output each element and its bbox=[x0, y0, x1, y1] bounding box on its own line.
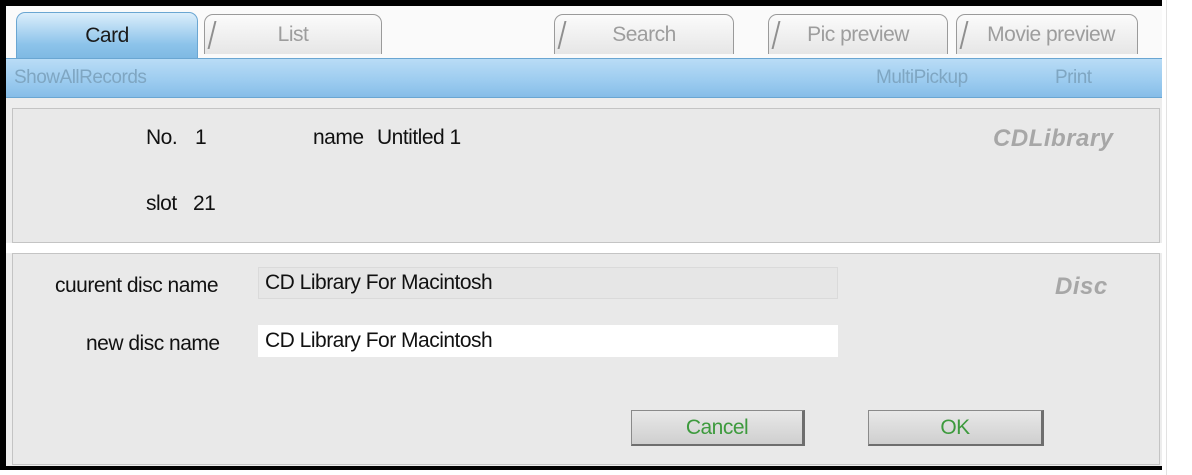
no-value: 1 bbox=[195, 126, 207, 149]
show-all-records-button[interactable]: ShowAllRecords bbox=[14, 67, 147, 89]
ok-button[interactable]: OK bbox=[868, 410, 1044, 446]
current-disc-name-field: CD Library For Macintosh bbox=[258, 267, 838, 299]
cdlibrary-section-title: CDLibrary bbox=[993, 125, 1114, 152]
name-label: name bbox=[313, 126, 364, 149]
tab-bar: Card List Search Pic preview Movie previ… bbox=[6, 6, 1162, 58]
tab-search-label: Search bbox=[612, 22, 676, 46]
tab-search[interactable]: Search bbox=[554, 14, 734, 54]
window-edge bbox=[1162, 0, 1192, 475]
tab-divider-icon bbox=[959, 21, 969, 49]
current-disc-name-label: cuurent disc name bbox=[55, 274, 219, 297]
print-button[interactable]: Print bbox=[1055, 67, 1092, 89]
new-disc-name-label: new disc name bbox=[86, 332, 220, 355]
tab-card-label: Card bbox=[85, 23, 129, 47]
tab-list[interactable]: List bbox=[204, 14, 382, 54]
tab-divider-icon bbox=[557, 21, 567, 49]
record-section: No. 1 name Untitled 1 slot 21 CDLibrary bbox=[12, 108, 1160, 243]
disc-section-title: Disc bbox=[1055, 273, 1108, 300]
edge-stripe bbox=[1166, 0, 1167, 475]
tab-list-label: List bbox=[277, 22, 309, 46]
tab-divider-icon bbox=[771, 21, 781, 49]
tab-pic-preview-label: Pic preview bbox=[807, 22, 909, 46]
disc-section: cuurent disc name CD Library For Macinto… bbox=[12, 253, 1160, 465]
slot-value: 21 bbox=[193, 192, 216, 215]
slot-label: slot bbox=[146, 192, 177, 215]
multi-pickup-button[interactable]: MultiPickup bbox=[876, 67, 968, 89]
tab-movie-preview-label: Movie preview bbox=[987, 22, 1115, 46]
section-divider bbox=[6, 243, 1162, 253]
no-label: No. bbox=[146, 126, 178, 149]
name-value: Untitled 1 bbox=[377, 126, 461, 149]
cancel-button[interactable]: Cancel bbox=[631, 410, 805, 446]
tab-card[interactable]: Card bbox=[16, 12, 198, 58]
tab-movie-preview[interactable]: Movie preview bbox=[956, 14, 1138, 54]
new-disc-name-input[interactable]: CD Library For Macintosh bbox=[258, 325, 838, 357]
toolbar: ShowAllRecords MultiPickup Print bbox=[6, 58, 1162, 98]
tab-divider-icon bbox=[207, 21, 217, 49]
tab-pic-preview[interactable]: Pic preview bbox=[768, 14, 948, 54]
